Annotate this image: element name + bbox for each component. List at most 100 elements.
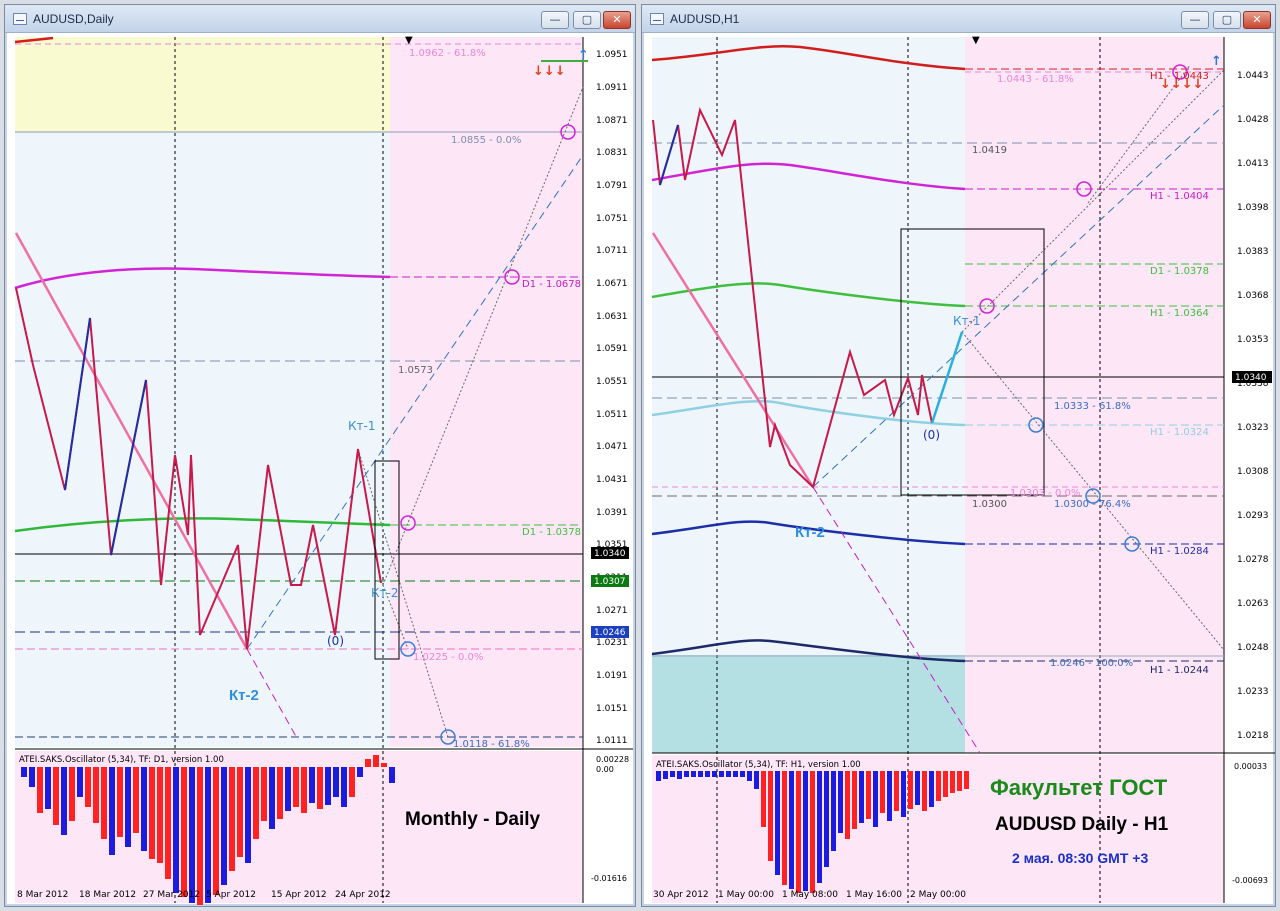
d1-level-label-2: D1 - 1.0378 [522,527,581,538]
chart-window-icon [650,13,664,25]
svg-text:1.0271: 1.0271 [596,606,628,616]
svg-text:27 Mar 2012: 27 Mar 2012 [143,890,200,900]
svg-text:0.00033: 0.00033 [1234,762,1267,771]
svg-text:30 Apr 2012: 30 Apr 2012 [653,890,709,900]
window-audusd-h1[interactable]: AUDUSD,H1 — ▢ ✕ ↓↓↓↓ ↑ ▼ 1.0443 - 61.8% … [641,4,1276,907]
close-button[interactable]: ✕ [1243,11,1271,29]
zone-highlight [15,37,390,132]
svg-text:1.0631: 1.0631 [596,312,628,322]
fib-top-label: 1.0443 - 61.8% [997,74,1074,85]
svg-text:18 Mar 2012: 18 Mar 2012 [79,890,136,900]
price-scale: 1.0443 1.0428 1.0413 1.0398 1.0383 1.036… [1237,71,1269,741]
svg-text:1.0368: 1.0368 [1237,291,1269,301]
minimize-button[interactable]: — [541,11,569,29]
zero-label: (0) [327,634,344,648]
fib-bottom-label: 1.0246 - 100.0% [1050,658,1133,669]
svg-text:15 Apr 2012: 15 Apr 2012 [271,890,327,900]
kt2-label: Кт-2 [795,524,825,541]
svg-text:1 May 08:00: 1 May 08:00 [782,890,838,900]
svg-text:1.0231: 1.0231 [596,638,628,648]
svg-text:1 May 00:00: 1 May 00:00 [718,890,774,900]
minimize-button[interactable]: — [1181,11,1209,29]
svg-text:1.0413: 1.0413 [1237,159,1269,169]
fib-mid-label: 1.0333 - 61.8% [1054,401,1131,412]
level-label: 1.0419 [972,145,1007,156]
sell-arrows-icon: ↓↓↓ [533,64,566,79]
h1-label-3: H1 - 1.0324 [1150,427,1209,438]
caption-time: 2 мая. 08:30 GMT +3 [1012,850,1148,866]
svg-text:-0.00693: -0.00693 [1232,876,1268,885]
svg-text:0.00228: 0.00228 [596,755,629,764]
svg-text:1.0551: 1.0551 [596,377,628,387]
green-price-badge: 1.0307 [594,577,626,587]
fib-low-label: 1.0225 - 0.0% [413,652,483,663]
zone-highlight [652,655,965,753]
maximize-button[interactable]: ▢ [573,11,601,29]
title-bar[interactable]: AUDUSD,Daily — ▢ ✕ [5,5,635,33]
kt1-label: Кт-1 [348,419,375,433]
price-scale: 1.0951 1.0911 1.0871 1.0831 1.0791 1.075… [596,50,628,746]
svg-text:1.0791: 1.0791 [596,181,628,191]
zero-label: (0) [923,428,940,442]
current-price-badge: 1.0340 [594,549,626,559]
svg-text:24 Apr 2012: 24 Apr 2012 [335,890,391,900]
close-button[interactable]: ✕ [603,11,631,29]
fib-top-label: 1.0962 - 61.8% [409,48,486,59]
svg-text:1.0151: 1.0151 [596,704,628,714]
svg-text:1.0671: 1.0671 [596,279,628,289]
svg-text:0.00: 0.00 [596,765,614,774]
oscillator-title: ATEI.SAKS.Oscillator (5,34), TF: D1, ver… [19,755,224,765]
svg-text:1.0233: 1.0233 [1237,687,1269,697]
buy-arrow-icon: ↑ [1211,54,1222,69]
svg-text:1.0471: 1.0471 [596,442,628,452]
svg-text:1.0391: 1.0391 [596,508,628,518]
svg-text:1.0428: 1.0428 [1237,115,1269,125]
svg-text:1.0218: 1.0218 [1237,731,1269,741]
svg-text:1.0263: 1.0263 [1237,599,1269,609]
svg-text:1.0308: 1.0308 [1237,467,1269,477]
svg-text:1.0353: 1.0353 [1237,335,1269,345]
level-label-2: 1.0300 [972,499,1007,510]
svg-text:1.0951: 1.0951 [596,50,628,60]
svg-text:1.0911: 1.0911 [596,83,628,93]
h1-label-4: H1 - 1.0284 [1150,546,1209,557]
shift-marker-icon: ▼ [405,35,413,46]
svg-text:1.0323: 1.0323 [1237,423,1269,433]
svg-text:1.0293: 1.0293 [1237,511,1269,521]
oscillator-title: ATEI.SAKS.Oscillator (5,34), TF: H1, ver… [656,760,861,770]
window-audusd-daily[interactable]: AUDUSD,Daily — ▢ ✕ ↓↓↓ ↑ ▼ 1.0962 - 61.8… [4,4,636,907]
svg-text:1.0751: 1.0751 [596,214,628,224]
svg-text:-0.01616: -0.01616 [591,874,627,883]
title-bar[interactable]: AUDUSD,H1 — ▢ ✕ [642,5,1275,33]
svg-text:1.0511: 1.0511 [596,410,628,420]
fib-bottom-label: 1.0118 - 61.8% [453,739,530,750]
caption-title: Факультет ГОСТ [990,775,1168,800]
svg-text:8 Mar 2012: 8 Mar 2012 [17,890,68,900]
svg-text:1 May 16:00: 1 May 16:00 [846,890,902,900]
svg-text:5 Apr 2012: 5 Apr 2012 [206,890,256,900]
level-label: 1.0573 [398,365,433,376]
svg-text:1.0191: 1.0191 [596,671,628,681]
svg-text:1.0871: 1.0871 [596,116,628,126]
shift-marker-icon: ▼ [972,35,980,46]
svg-text:1.0111: 1.0111 [596,736,628,746]
blue-price-badge: 1.0246 [594,628,626,638]
svg-text:1.0591: 1.0591 [596,344,628,354]
daily-chart[interactable]: ↓↓↓ ↑ ▼ 1.0962 - 61.8% 1.0855 - 0.0% D1 … [13,35,633,905]
h1-label-1: H1 - 1.0404 [1150,191,1209,202]
d1-label: D1 - 1.0378 [1150,266,1209,277]
svg-text:1.0431: 1.0431 [596,475,628,485]
svg-text:1.0711: 1.0711 [596,246,628,256]
svg-text:1.0383: 1.0383 [1237,247,1269,257]
h1-top-label: H1 - 1.0443 [1150,71,1209,82]
buy-arrow-icon: ↑ [578,48,589,63]
window-title: AUDUSD,H1 [670,12,740,26]
kt2-label: Кт-2 [371,586,398,600]
svg-text:1.0278: 1.0278 [1237,555,1269,565]
fib-low-label-1: 1.0303 - 0.0% [1010,488,1080,499]
maximize-button[interactable]: ▢ [1213,11,1241,29]
h1-label-2: H1 - 1.0364 [1150,308,1209,319]
h1-chart[interactable]: ↓↓↓↓ ↑ ▼ 1.0443 - 61.8% H1 - 1.0443 1.04… [650,35,1275,905]
fib-mid-label: 1.0855 - 0.0% [451,135,521,146]
chart-window-icon [13,13,27,25]
